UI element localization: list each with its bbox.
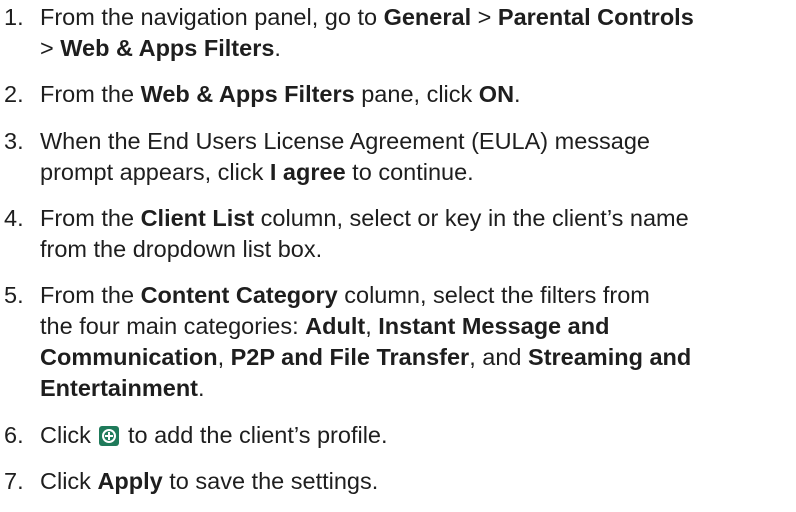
step-number: 7. [4, 468, 24, 494]
step-text: From the Web & Apps Filters pane, click … [40, 79, 790, 110]
emphasized-term: ON [478, 81, 515, 107]
emphasized-term: Entertainment [40, 375, 198, 401]
emphasized-term: Apply [97, 468, 163, 494]
step-line: the four main categories: Adult, Instant… [40, 311, 790, 342]
text-run: From the [40, 282, 141, 308]
emphasized-term: Streaming and [528, 344, 692, 370]
text-run: When the End Users License Agreement (EU… [40, 128, 650, 154]
step-number: 5. [4, 282, 24, 308]
step-line: > Web & Apps Filters. [40, 33, 790, 64]
emphasized-term: Web & Apps Filters [140, 81, 355, 107]
text-run: . [514, 81, 521, 107]
step-line: from the dropdown list box. [40, 234, 790, 265]
step-text: When the End Users License Agreement (EU… [40, 126, 790, 188]
text-run: , [365, 313, 379, 339]
text-run: From the [40, 205, 141, 231]
text-run: From the [40, 81, 141, 107]
emphasized-term: Parental Controls [497, 4, 694, 30]
text-run: prompt appears, click [40, 159, 270, 185]
step-text: Click to add the client’s profile. [40, 420, 790, 451]
step-line: Communication, P2P and File Transfer, an… [40, 342, 790, 373]
text-run: > [40, 35, 61, 61]
emphasized-term: General [383, 4, 472, 30]
step-line: Click to add the client’s profile. [40, 420, 790, 451]
add-circle-icon [99, 426, 120, 446]
step-line: From the Content Category column, select… [40, 280, 790, 311]
text-run: , and [469, 344, 529, 370]
step-line: From the navigation panel, go to General… [40, 2, 790, 33]
emphasized-term: Client List [140, 205, 255, 231]
step-text: From the Client List column, select or k… [40, 203, 790, 265]
emphasized-term: I agree [269, 159, 346, 185]
text-run: , [217, 344, 231, 370]
emphasized-term: Instant Message and [378, 313, 610, 339]
step-line: From the Client List column, select or k… [40, 203, 790, 234]
step-number: 4. [4, 205, 24, 231]
step-line: When the End Users License Agreement (EU… [40, 126, 790, 157]
emphasized-term: Content Category [140, 282, 338, 308]
text-run: Click [40, 468, 98, 494]
text-run: from the dropdown list box. [40, 236, 323, 262]
text-run: to add the client’s profile. [121, 422, 388, 448]
emphasized-term: Communication [40, 344, 218, 370]
text-run: . [274, 35, 281, 61]
step-line: Entertainment. [40, 373, 790, 404]
step-text: From the navigation panel, go to General… [40, 2, 790, 64]
step-line: prompt appears, click I agree to continu… [40, 157, 790, 188]
text-run: > [471, 4, 498, 30]
text-run: Click [40, 422, 98, 448]
step-number: 6. [4, 422, 24, 448]
step-line: From the Web & Apps Filters pane, click … [40, 79, 790, 110]
step-number: 3. [4, 128, 24, 154]
text-run: the four main categories: [40, 313, 306, 339]
text-run: . [198, 375, 205, 401]
emphasized-term: P2P and File Transfer [230, 344, 470, 370]
text-run: column, select or key in the client’s na… [254, 205, 689, 231]
text-run: column, select the filters from [337, 282, 650, 308]
emphasized-term: Web & Apps Filters [60, 35, 275, 61]
step-text: From the Content Category column, select… [40, 280, 790, 404]
step-number: 2. [4, 81, 24, 107]
text-run: to save the settings. [162, 468, 379, 494]
step-text: Click Apply to save the settings. [40, 466, 790, 497]
text-run: to continue. [345, 159, 474, 185]
step-number: 1. [4, 4, 24, 30]
step-line: Click Apply to save the settings. [40, 466, 790, 497]
emphasized-term: Adult [305, 313, 366, 339]
text-run: pane, click [354, 81, 479, 107]
text-run: From the navigation panel, go to [40, 4, 384, 30]
